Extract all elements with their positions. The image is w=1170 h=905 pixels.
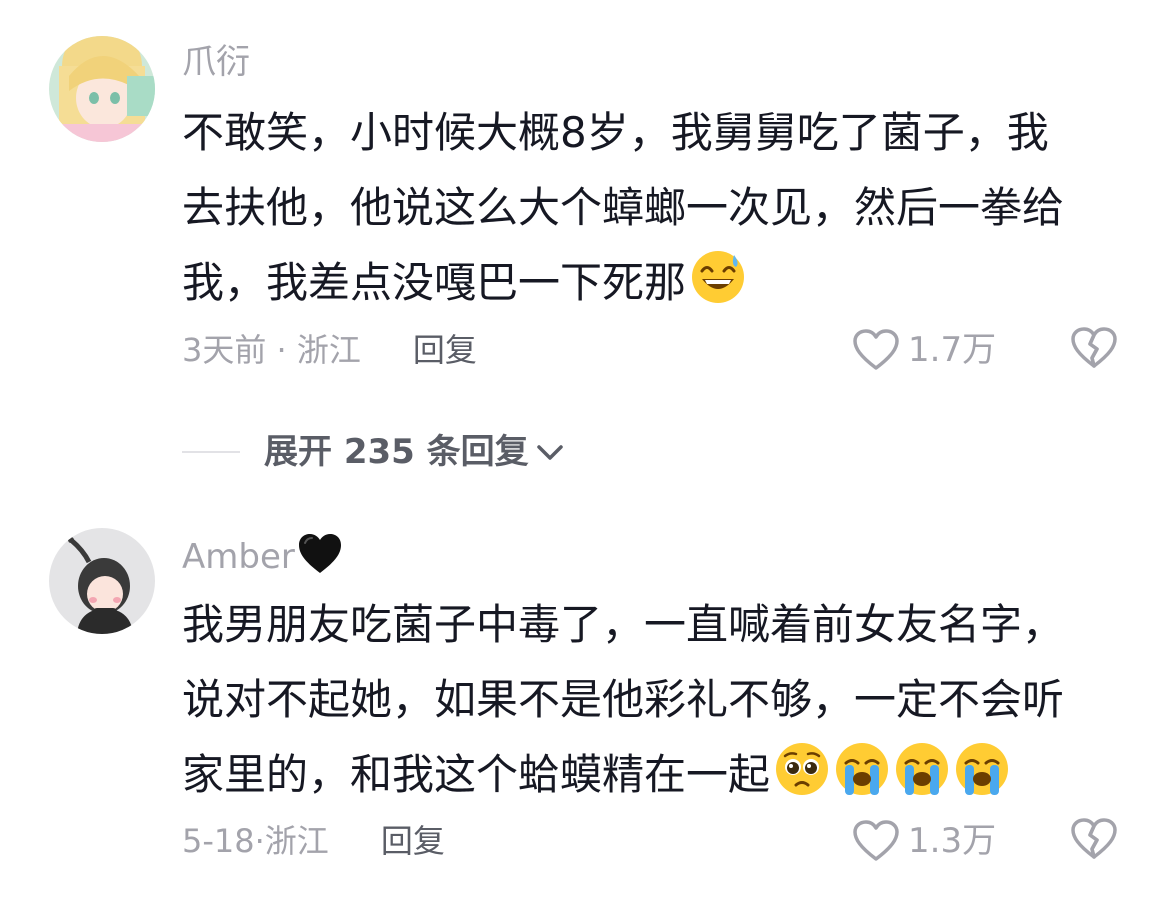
comment-username[interactable]: Amber [182,532,343,577]
comment-line: 家里的，和我这个蛤蟆精在一起 [182,737,1122,812]
comment-location: 浙江 [296,331,361,369]
comment-username-text: Amber [182,537,295,577]
avatar[interactable] [49,528,155,634]
comment-username[interactable]: 爪衍 [182,42,250,82]
meta-separator: · [254,822,265,860]
heart-icon [853,820,899,861]
comment-date: 3天前 [182,331,267,369]
expand-replies-button[interactable]: 展开 235 条回复 [182,430,567,474]
broken-heart-icon[interactable] [1070,815,1118,863]
grinning-sweat-emoji [692,251,745,303]
heart-icon [853,329,899,370]
black-heart-emoji [298,534,341,573]
comment-line: 我，我差点没嘎巴一下死那 [182,245,1122,320]
like-count: 1.7万 [908,330,997,370]
comment-line: 说对不起她，如果不是他彩礼不够，一定不会听 [182,675,1065,724]
comment-line: 不敢笑，小时候大概8岁，我舅舅吃了菌子，我 [182,108,1049,157]
comment-meta: 5-18·浙江 回复 [182,821,445,861]
reply-button[interactable]: 回复 [413,331,477,369]
comment-location: 浙江 [264,822,329,860]
avatar[interactable] [49,36,155,142]
like-count: 1.3万 [908,821,997,861]
divider [182,451,240,453]
meta-separator: · [266,331,297,369]
comment-line: 去扶他，他说这么大个蟑螂一次见，然后一拳给 [182,183,1065,232]
loudly-crying-emoji [956,743,1009,795]
like-button[interactable]: 1.7万 [852,328,996,372]
expand-replies-label: 展开 235 条回复 [264,432,529,472]
comment-text: 我男朋友吃菌子中毒了，一直喊着前女友名字， 说对不起她，如果不是他彩礼不够，一定… [182,587,1122,812]
comment-line-text: 家里的，和我这个蛤蟆精在一起 [182,750,771,799]
comment-meta: 3天前 · 浙江 回复 [182,330,477,370]
loudly-crying-emoji [836,743,889,795]
broken-heart-icon[interactable] [1070,324,1118,372]
comment-line: 我男朋友吃菌子中毒了，一直喊着前女友名字， [182,600,1065,649]
pleading-face-emoji [776,743,829,795]
comment-text: 不敢笑，小时候大概8岁，我舅舅吃了菌子，我 去扶他，他说这么大个蟑螂一次见，然后… [182,95,1122,320]
comment-line-text: 我，我差点没嘎巴一下死那 [182,258,687,307]
comment-date: 5-18 [182,822,255,860]
loudly-crying-emoji [896,743,949,795]
like-button[interactable]: 1.3万 [852,819,996,863]
reply-button[interactable]: 回复 [381,822,445,860]
chevron-down-icon [536,445,563,460]
